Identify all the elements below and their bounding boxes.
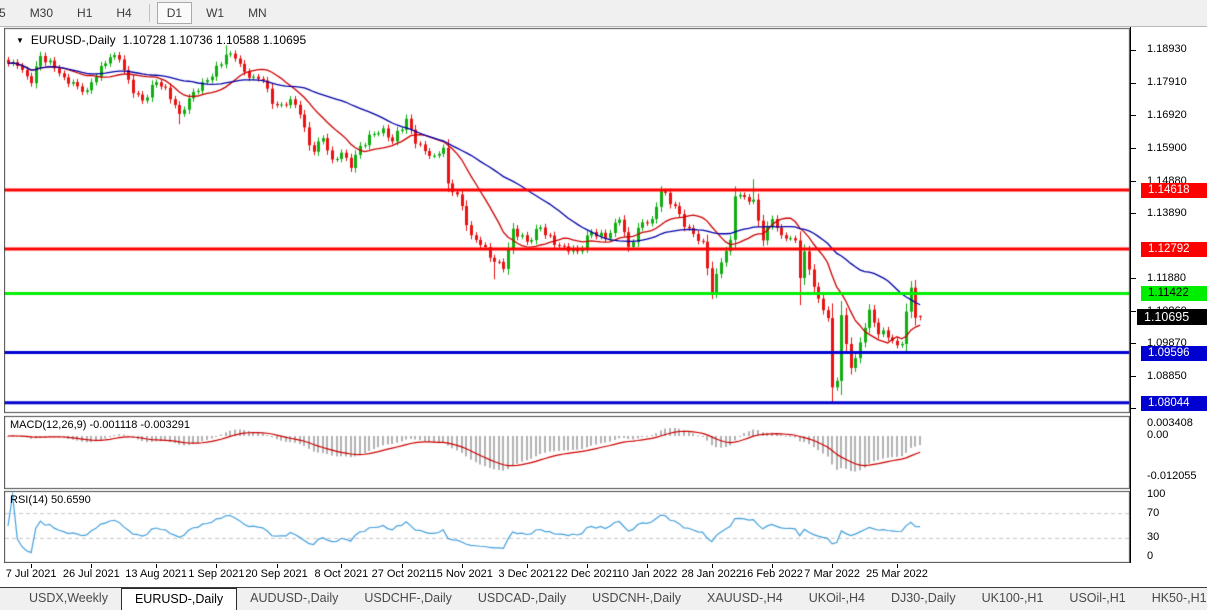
price-level-badge[interactable]: 1.08044 (1141, 395, 1207, 411)
date-label: 10 Jan 2022 (616, 568, 678, 580)
macd-axis-label: 0.00 (1147, 429, 1169, 441)
timeframe-d1-button[interactable]: D1 (156, 2, 193, 24)
symbol-tab-xauusd[interactable]: XAUUSD-,H4 (694, 588, 796, 610)
chart-area: ▼ EURUSD-,Daily 1.10728 1.10736 1.10588 … (0, 27, 1207, 587)
price-tick-mark (1131, 181, 1136, 183)
symbol-tab-usoil[interactable]: USOil-,H1 (1056, 588, 1138, 610)
timeframe-toolbar: 5 M30 H1 H4 D1 W1 MN (0, 0, 1207, 27)
price-tick-label: 1.08850 (1147, 369, 1187, 382)
symbol-tab-ukoil[interactable]: UKOil-,H4 (796, 588, 878, 610)
date-label: 26 Jul 2021 (62, 568, 120, 580)
price-level-badge[interactable]: 1.12792 (1141, 242, 1207, 258)
price-tick-mark (1131, 49, 1136, 51)
date-label: 3 Dec 2021 (498, 568, 555, 580)
price-tick-mark (1131, 148, 1136, 149)
rsi-axis-label: 100 (1147, 488, 1166, 500)
price-tick-label: 1.13890 (1147, 206, 1187, 219)
symbol-tab-uk100[interactable]: UK100-,H1 (969, 588, 1057, 610)
timeframe-m5-button[interactable]: 5 (0, 2, 16, 24)
chart-quote-values: 1.10728 1.10736 1.10588 1.10695 (122, 33, 307, 47)
date-label: 27 Oct 2021 (371, 568, 432, 580)
chart-title: ▼ EURUSD-,Daily 1.10728 1.10736 1.10588 … (16, 33, 306, 47)
chart-symbol-label: EURUSD-,Daily (30, 33, 116, 47)
date-label: 28 Jan 2022 (681, 568, 743, 580)
toolbar-separator (148, 4, 150, 22)
date-label: 7 Mar 2022 (804, 568, 860, 580)
date-label: 8 Oct 2021 (314, 568, 369, 580)
symbol-tab-usdcad[interactable]: USDCAD-,Daily (465, 588, 579, 610)
rsi-axis-label: 0 (1147, 550, 1154, 562)
symbol-tab-usdx[interactable]: USDX,Weekly (16, 588, 121, 610)
price-level-badge[interactable]: 1.11422 (1141, 286, 1207, 302)
symbol-tab-usdchf[interactable]: USDCHF-,Daily (351, 588, 465, 610)
date-label: 7 Jul 2021 (5, 568, 57, 580)
price-tick-label: 1.18930 (1147, 43, 1187, 56)
price-tick-mark (1131, 115, 1136, 116)
date-label: 25 Mar 2022 (866, 568, 928, 580)
timeframe-m30-button[interactable]: M30 (20, 2, 63, 24)
symbol-tab-audusd[interactable]: AUDUSD-,Daily (237, 588, 351, 610)
date-label: 13 Aug 2021 (125, 568, 188, 580)
price-tick-mark (1131, 408, 1136, 410)
price-tick-mark (1131, 376, 1136, 378)
macd-indicator-label: MACD(12,26,9) -0.001118 -0.003291 (10, 419, 190, 431)
trading-terminal-window: 5 M30 H1 H4 D1 W1 MN ▼ EURUSD-,Daily 1.1… (0, 0, 1207, 610)
price-tick-mark (1131, 343, 1136, 345)
macd-axis-label: 0.003408 (1147, 417, 1193, 430)
price-level-badge[interactable]: 1.09596 (1141, 345, 1207, 361)
rsi-indicator-label: RSI(14) 50.6590 (10, 494, 91, 506)
macd-axis-label: -0.012055 (1147, 469, 1197, 482)
date-label: 16 Feb 2022 (741, 568, 803, 580)
date-label: 15 Nov 2021 (430, 568, 493, 580)
rsi-axis-label: 30 (1147, 531, 1160, 544)
date-label: 20 Sep 2021 (245, 568, 308, 580)
price-tick-mark (1131, 213, 1136, 215)
current-price-badge: 1.10695 (1137, 308, 1207, 325)
timeframe-h4-button[interactable]: H4 (106, 2, 141, 24)
symbol-tab-dj30[interactable]: DJ30-,Daily (878, 588, 969, 610)
chevron-down-icon[interactable]: ▼ (16, 36, 24, 45)
timeframe-h1-button[interactable]: H1 (67, 2, 102, 24)
price-tick-mark (1131, 311, 1136, 313)
price-tick-mark (1131, 82, 1136, 84)
symbol-tab-eurusd[interactable]: EURUSD-,Daily (120, 588, 238, 610)
date-label: 1 Sep 2021 (188, 568, 245, 580)
rsi-axis-label: 70 (1147, 506, 1160, 519)
macd-pane-divider[interactable] (0, 411, 1130, 416)
timeframe-w1-button[interactable]: W1 (196, 2, 234, 24)
price-chart-canvas[interactable] (4, 27, 1130, 563)
rsi-pane-divider[interactable] (0, 486, 1130, 491)
price-level-badge[interactable]: 1.14618 (1141, 183, 1207, 198)
price-tick-label: 1.17910 (1147, 76, 1187, 89)
timeframe-mn-button[interactable]: MN (238, 2, 277, 24)
price-tick-label: 1.11880 (1147, 271, 1186, 284)
price-axis[interactable]: 1.18930 1.17910 1.16920 1.15900 1.14880 1.138… (1130, 27, 1207, 563)
date-axis[interactable]: 7 Jul 2021 26 Jul 2021 13 Aug 2021 1 Sep 20… (0, 564, 1207, 587)
price-tick-label: 1.15900 (1147, 141, 1187, 154)
date-label: 22 Dec 2021 (555, 568, 618, 580)
symbol-tab-usdcnh[interactable]: USDCNH-,Daily (579, 588, 694, 610)
price-tick-mark (1131, 278, 1136, 280)
symbol-tab-hk50[interactable]: HK50-,H1 (1139, 588, 1207, 610)
price-tick-label: 1.16920 (1147, 108, 1187, 121)
symbol-tab-bar: USDX,Weekly EURUSD-,Daily AUDUSD-,Daily USD… (0, 587, 1207, 610)
